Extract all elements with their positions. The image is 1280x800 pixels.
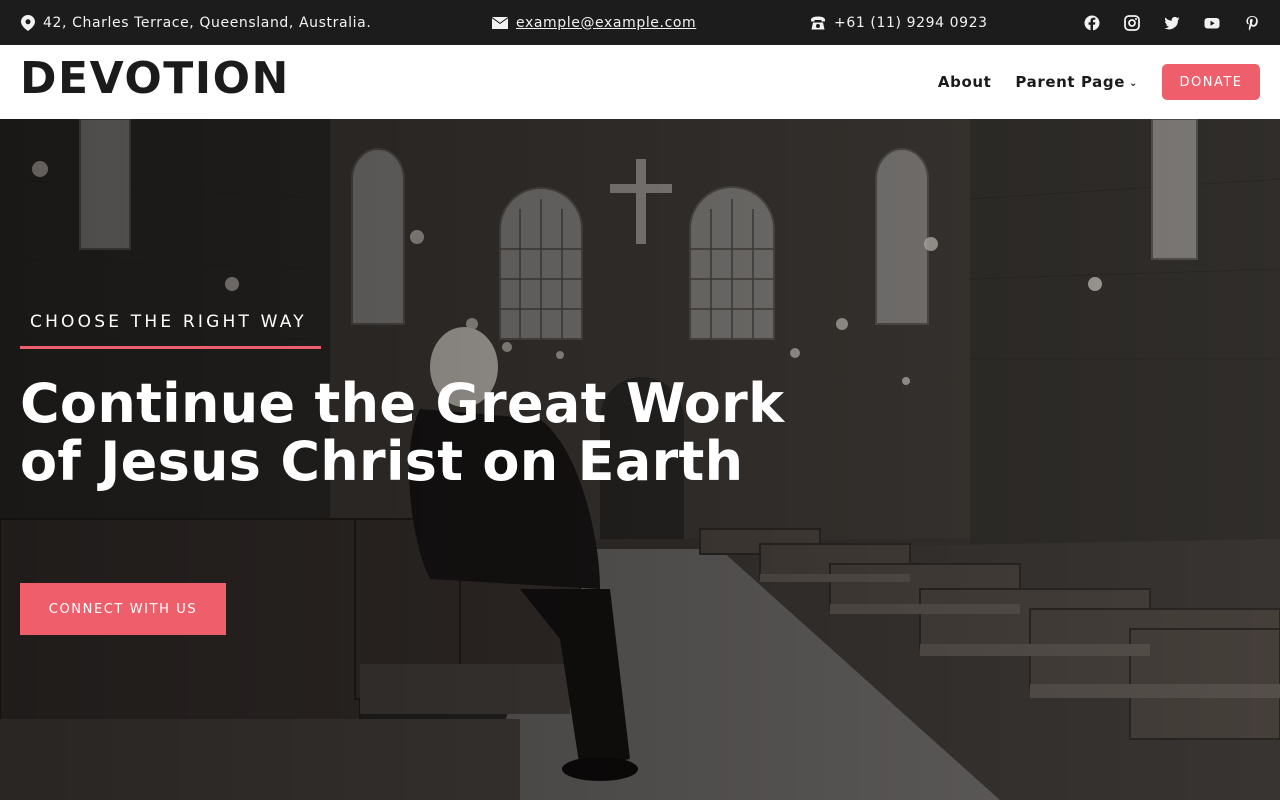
- youtube-icon[interactable]: [1204, 15, 1220, 31]
- chevron-down-icon: ⌄: [1129, 78, 1138, 89]
- phone-text: +61 (11) 9294 0923: [834, 14, 988, 31]
- envelope-icon: [492, 16, 508, 29]
- nav-item-about[interactable]: About: [938, 73, 992, 91]
- pinterest-icon[interactable]: [1244, 15, 1260, 31]
- phone-info: +61 (11) 9294 0923: [810, 0, 988, 45]
- hero-headline: Continue the Great Work of Jesus Christ …: [20, 372, 785, 493]
- nav-item-parent-page[interactable]: Parent Page ⌄: [1015, 73, 1138, 91]
- hero-eyebrow: CHOOSE THE RIGHT WAY: [30, 312, 307, 332]
- location-pin-icon: [21, 14, 35, 31]
- phone-icon: [810, 16, 826, 30]
- address-info: 42, Charles Terrace, Queensland, Austral…: [21, 0, 371, 45]
- site-header: DEVOTION About Parent Page ⌄ DONATE: [0, 45, 1280, 119]
- email-info: example@example.com: [492, 0, 696, 45]
- social-links: [1084, 0, 1260, 45]
- hero-section: CHOOSE THE RIGHT WAY Continue the Great …: [0, 119, 1280, 800]
- top-bar: 42, Charles Terrace, Queensland, Austral…: [0, 0, 1280, 45]
- main-nav: About Parent Page ⌄ DONATE: [938, 45, 1260, 119]
- address-text: 42, Charles Terrace, Queensland, Austral…: [43, 14, 372, 31]
- nav-item-label: Parent Page: [1015, 73, 1126, 91]
- facebook-icon[interactable]: [1084, 15, 1100, 31]
- eyebrow-underline: [20, 346, 321, 349]
- connect-with-us-button[interactable]: CONNECT WITH US: [20, 583, 226, 635]
- donate-button[interactable]: DONATE: [1162, 64, 1260, 100]
- site-logo[interactable]: DEVOTION: [20, 53, 290, 104]
- email-link[interactable]: example@example.com: [516, 15, 696, 31]
- twitter-icon[interactable]: [1164, 15, 1180, 31]
- instagram-icon[interactable]: [1124, 14, 1140, 31]
